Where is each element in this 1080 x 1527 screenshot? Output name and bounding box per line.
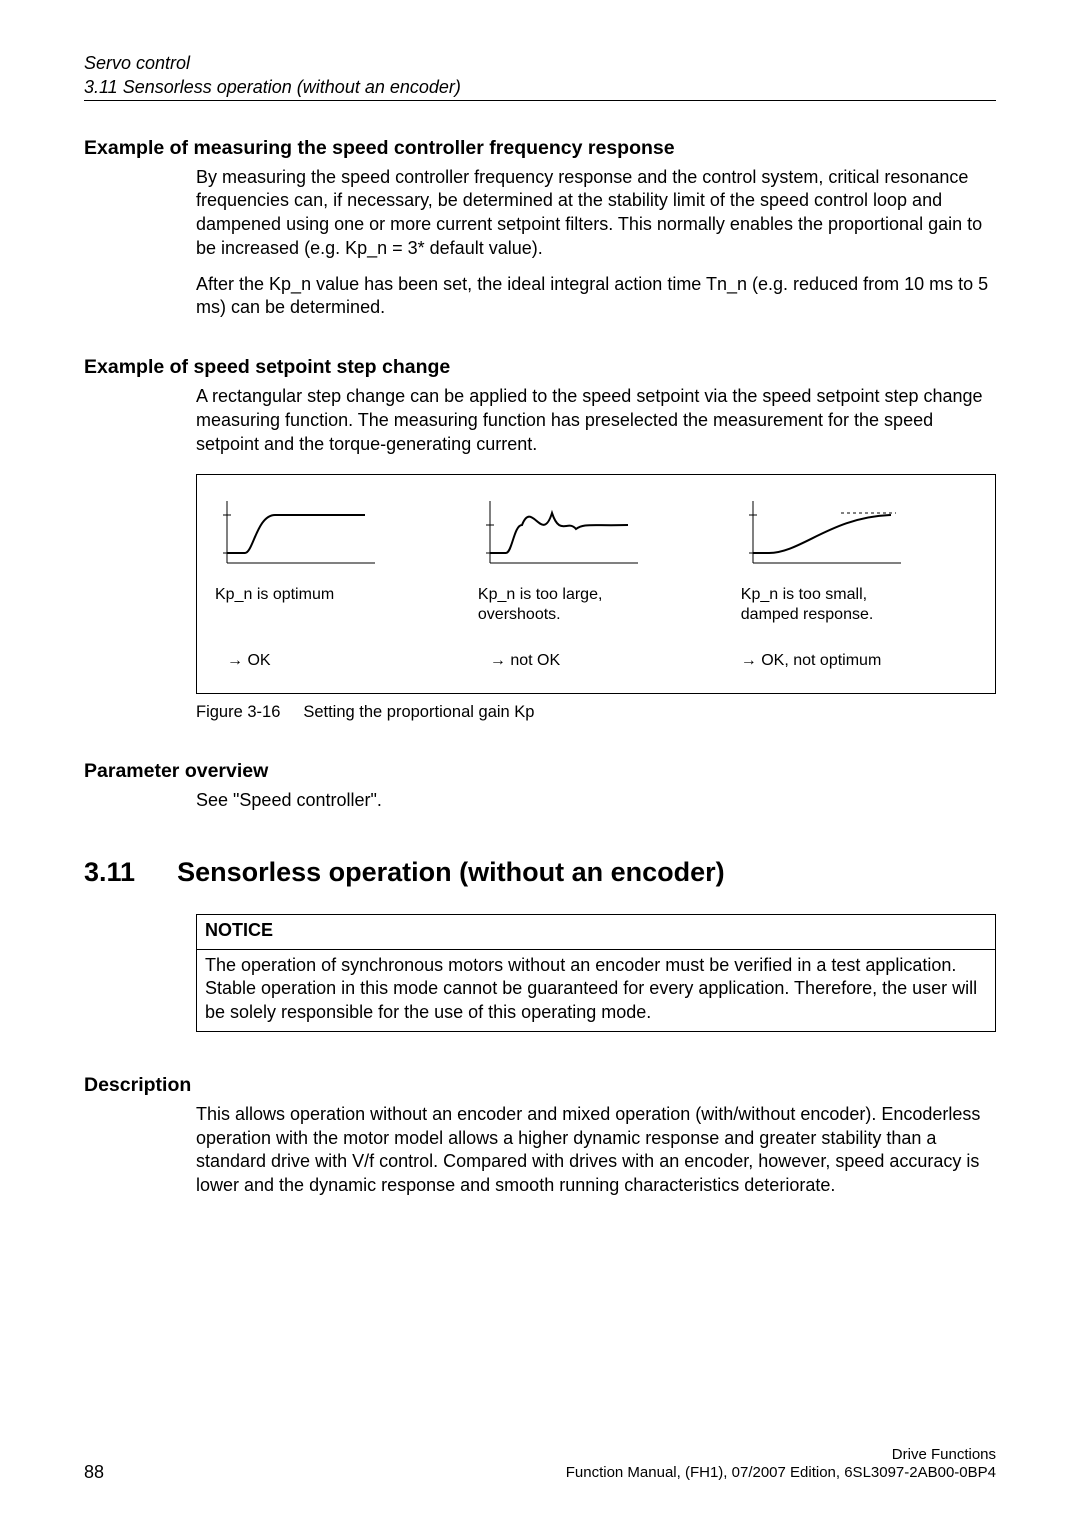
figure-verdict: → OK xyxy=(215,651,463,671)
chapter-title: Sensorless operation (without an encoder… xyxy=(177,857,725,888)
chapter-number: 3.11 xyxy=(84,857,135,888)
section-heading-description: Description xyxy=(84,1074,996,1097)
notice-body: The operation of synchronous motors with… xyxy=(197,950,995,1031)
section-heading-parameter-overview: Parameter overview xyxy=(84,760,996,783)
figure-verdict: → not OK xyxy=(478,651,726,671)
step-response-optimum-icon xyxy=(215,493,385,573)
section-heading-step-change: Example of speed setpoint step change xyxy=(84,356,996,379)
page-number: 88 xyxy=(84,1462,104,1483)
notice-box: NOTICE The operation of synchronous moto… xyxy=(196,914,996,1032)
figure-label: Kp_n is optimum xyxy=(215,585,451,625)
footer-line: Drive Functions xyxy=(566,1446,996,1465)
section-heading-freq-response: Example of measuring the speed controlle… xyxy=(84,137,996,160)
figure-label: overshoots. xyxy=(478,605,714,625)
notice-title: NOTICE xyxy=(197,915,995,950)
running-head-section: 3.11 Sensorless operation (without an en… xyxy=(84,77,996,101)
figure-label: damped response. xyxy=(741,605,977,625)
paragraph: By measuring the speed controller freque… xyxy=(196,166,996,261)
footer-line: Function Manual, (FH1), 07/2007 Edition,… xyxy=(566,1464,996,1483)
figure-label: Kp_n is too large, xyxy=(478,585,714,605)
paragraph: After the Kp_n value has been set, the i… xyxy=(196,273,996,321)
step-response-overshoot-icon xyxy=(478,493,648,573)
figure-verdict: → OK, not optimum xyxy=(741,651,977,671)
figure-caption-text: Setting the proportional gain Kp xyxy=(303,703,534,721)
paragraph: A rectangular step change can be applied… xyxy=(196,385,996,456)
running-head-title: Servo control xyxy=(84,52,996,75)
paragraph: See "Speed controller". xyxy=(196,789,996,813)
figure-caption-label: Figure 3-16 xyxy=(196,703,280,721)
figure-label: Kp_n is too small, xyxy=(741,585,977,605)
figure-box: Kp_n is optimum Kp_n is too large, overs… xyxy=(196,474,996,694)
step-response-damped-icon xyxy=(741,493,911,573)
paragraph: This allows operation without an encoder… xyxy=(196,1103,996,1198)
